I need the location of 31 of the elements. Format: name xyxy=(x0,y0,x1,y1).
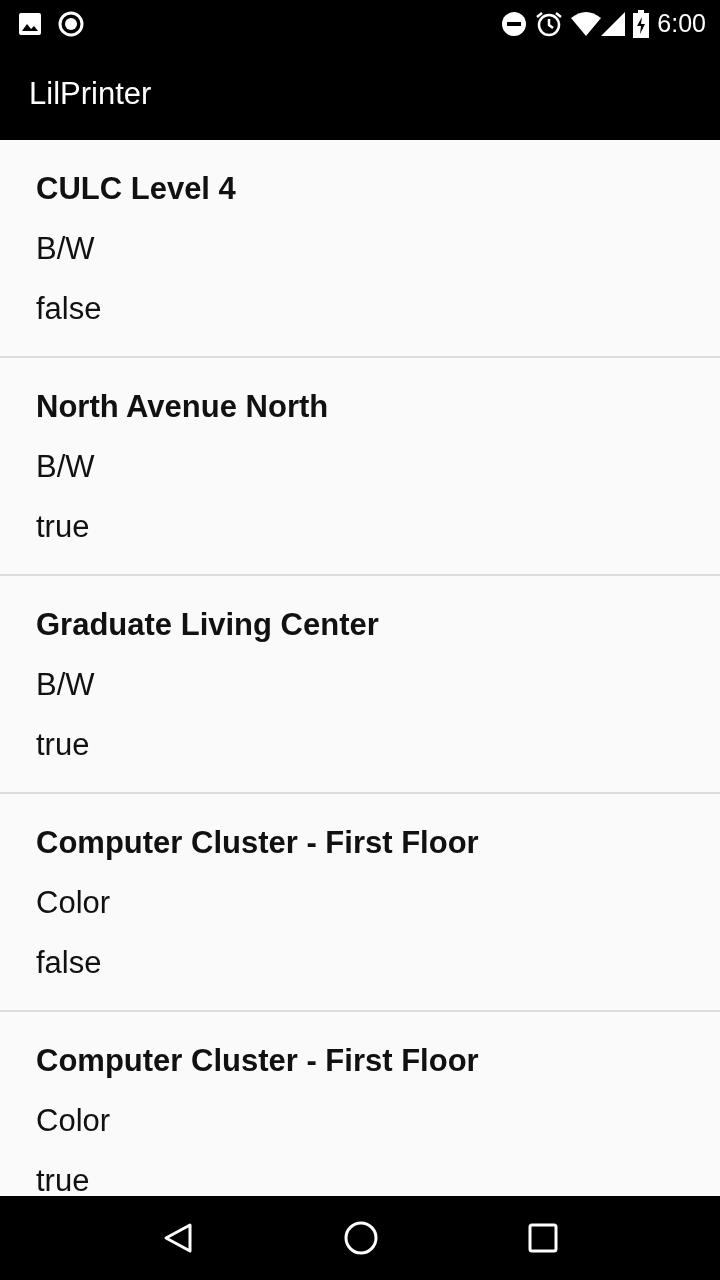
alarm-icon xyxy=(535,10,564,38)
record-icon xyxy=(58,11,84,37)
wifi-icon xyxy=(571,12,602,36)
printer-status: true xyxy=(36,1162,91,1196)
battery-icon xyxy=(633,10,650,38)
print-mode: B/W xyxy=(36,666,96,704)
printer-status: true xyxy=(36,726,91,764)
home-icon[interactable] xyxy=(344,1221,378,1255)
signal-icon xyxy=(601,12,626,36)
image-icon xyxy=(18,12,42,36)
print-mode: Color xyxy=(36,1102,112,1140)
status-time: 6:00 xyxy=(657,8,706,40)
printer-status: false xyxy=(36,290,103,328)
back-icon[interactable] xyxy=(162,1222,194,1254)
do-not-disturb-icon xyxy=(501,11,528,37)
printer-status: true xyxy=(36,508,91,546)
printer-list-item[interactable]: Computer Cluster - First Floor Color false xyxy=(0,794,720,1012)
printer-name: Graduate Living Center xyxy=(36,606,380,644)
printer-list-item[interactable]: North Avenue North B/W true xyxy=(0,358,720,576)
printer-list-item[interactable]: Graduate Living Center B/W true xyxy=(0,576,720,794)
print-mode: B/W xyxy=(36,230,96,268)
printer-name: North Avenue North xyxy=(36,388,330,426)
printer-name: Computer Cluster - First Floor xyxy=(36,1042,480,1080)
print-mode: Color xyxy=(36,884,112,922)
print-mode: B/W xyxy=(36,448,96,486)
printer-name: CULC Level 4 xyxy=(36,170,237,208)
printer-status: false xyxy=(36,944,103,982)
printer-list-item[interactable]: CULC Level 4 B/W false xyxy=(0,140,720,358)
printer-name: Computer Cluster - First Floor xyxy=(36,824,480,862)
app-title: LilPrinter xyxy=(29,74,152,113)
overview-icon[interactable] xyxy=(528,1223,558,1253)
